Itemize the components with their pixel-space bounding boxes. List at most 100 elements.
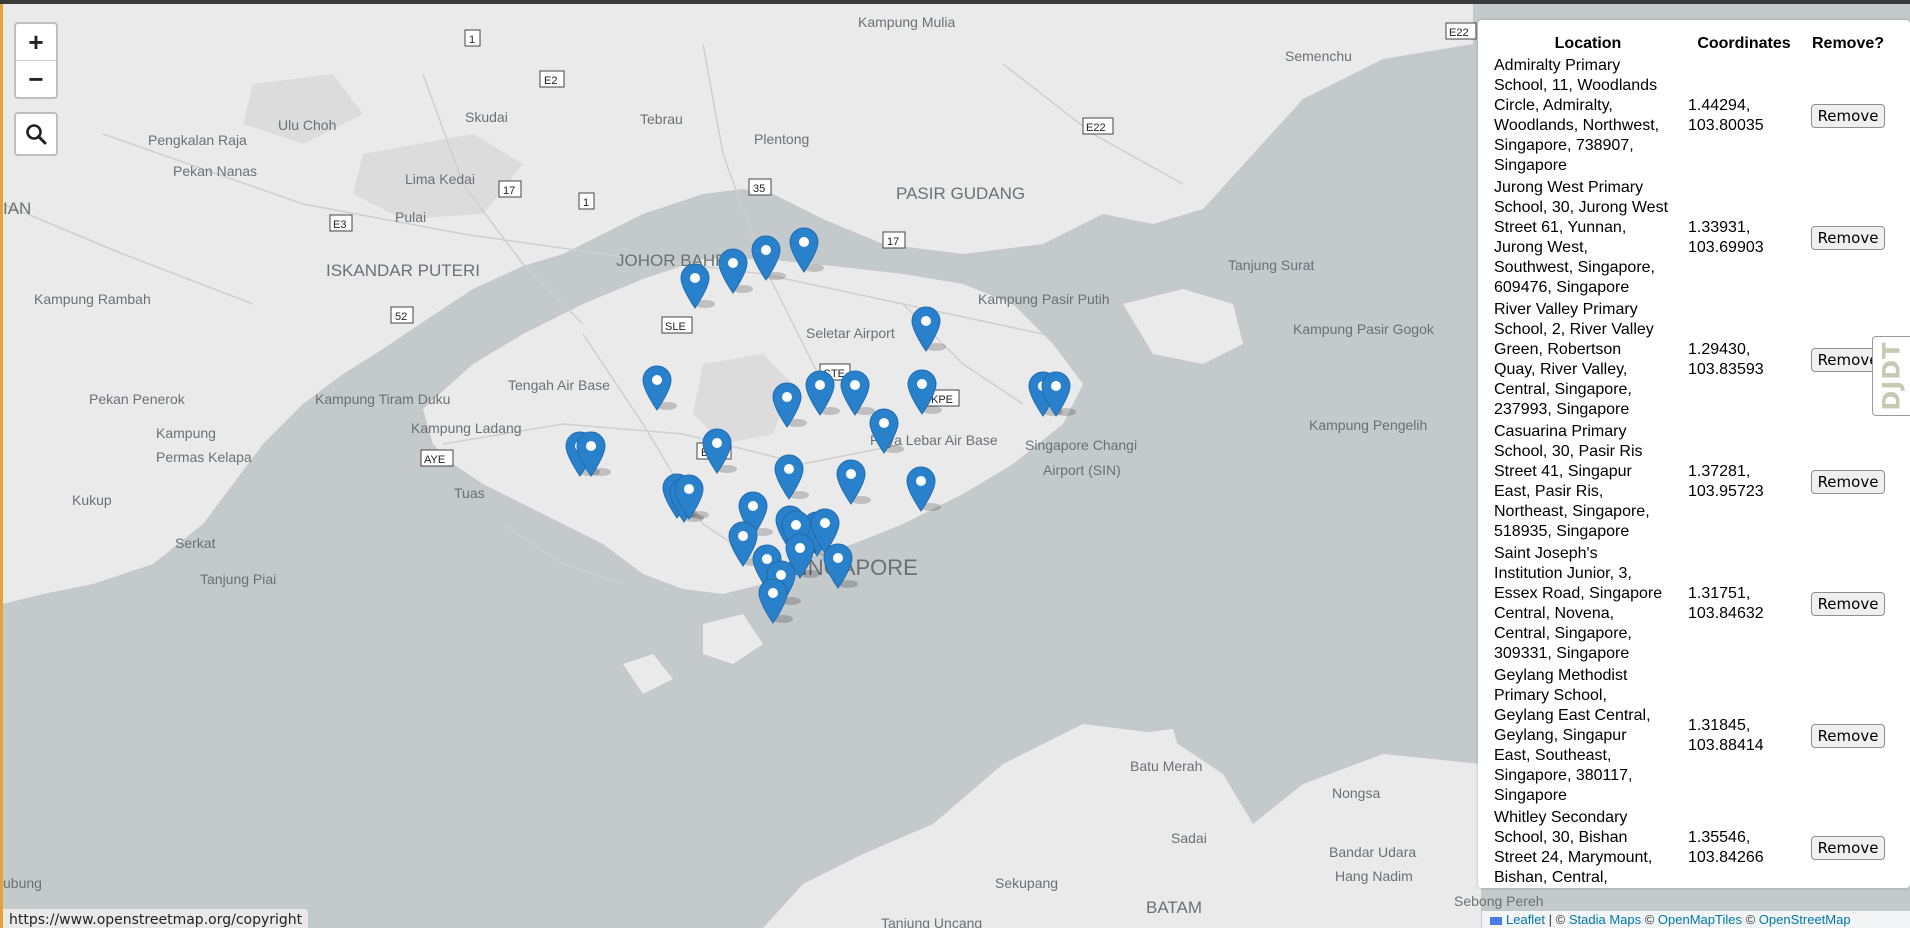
location-name: Admiralty Primary School, 11, Woodlands Ci…: [1492, 56, 1684, 176]
label-serkat: Serkat: [175, 535, 216, 551]
label-semenchu: Semenchu: [1285, 48, 1352, 64]
location-name-line: Admiralty Primary: [1494, 57, 1621, 74]
location-name-line: Southwest, Singapore,: [1494, 259, 1655, 276]
map-attribution: Leaflet | © Stadia Maps © OpenMapTiles ©…: [1482, 911, 1910, 928]
remove-button[interactable]: Remove: [1810, 470, 1886, 494]
location-name-line: Green, Robertson: [1494, 341, 1622, 358]
coordinate-line: 1.37281,: [1688, 463, 1751, 480]
label-hang-nadim: Hang Nadim: [1335, 868, 1413, 884]
label-kampung-mulia: Kampung Mulia: [858, 14, 955, 30]
leaflet-link[interactable]: Leaflet: [1506, 912, 1545, 927]
svg-text:E3: E3: [333, 219, 346, 231]
label-batam: BATAM: [1146, 898, 1202, 917]
search-button[interactable]: [14, 112, 58, 156]
label-lima-kedai: Lima Kedai: [405, 171, 475, 187]
location-name: Casuarina Primary School, 30, Pasir Ris St…: [1492, 422, 1684, 542]
label-sadai: Sadai: [1171, 830, 1207, 846]
svg-text:E22: E22: [1086, 122, 1106, 134]
shield-aye: AYE: [420, 449, 454, 467]
label-kampung-tiram-duku: Kampung Tiram Duku: [315, 391, 450, 407]
label-skudai: Skudai: [465, 109, 508, 125]
location-name: Geylang Methodist Primary School, Geylang …: [1492, 666, 1684, 806]
coordinate-line: 1.29430,: [1688, 341, 1751, 358]
location-coordinates: 1.31845, 103.88414: [1686, 666, 1802, 806]
debug-toolbar-handle[interactable]: DJDT: [1872, 336, 1910, 416]
location-coordinates: 1.37281, 103.95723: [1686, 422, 1802, 542]
location-name-line: School, 2, River Valley: [1494, 321, 1654, 338]
remove-button[interactable]: Remove: [1810, 104, 1886, 128]
label-ian: IAN: [3, 199, 31, 218]
label-kukup: Kukup: [72, 492, 112, 508]
location-name-line: Singapore: [1494, 787, 1567, 804]
location-coordinates: 1.44294, 103.80035: [1686, 56, 1802, 176]
zoom-in-button[interactable]: +: [16, 24, 56, 60]
coordinate-line: 1.35546,: [1688, 829, 1751, 846]
location-coordinates: 1.33931, 103.69903: [1686, 178, 1802, 298]
remove-button[interactable]: Remove: [1810, 226, 1886, 250]
location-name-line: 609476, Singapore: [1494, 279, 1630, 296]
location-name-line: Singapore, 738907,: [1494, 137, 1634, 154]
label-bubung: ubung: [3, 875, 42, 891]
label-singapore-changi: Singapore Changi: [1025, 437, 1137, 453]
location-row: Geylang Methodist Primary School, Geylang …: [1492, 666, 1892, 806]
location-name-line: Street 61, Yunnan,: [1494, 219, 1627, 236]
coordinate-line: 103.80035: [1688, 117, 1764, 134]
debug-toolbar-label: DJDT: [1878, 341, 1906, 411]
locations-table-header: Location Coordinates Remove?: [1492, 34, 1892, 54]
label-kampung-pengelih: Kampung Pengelih: [1309, 417, 1427, 433]
stadia-maps-link[interactable]: Stadia Maps: [1569, 912, 1641, 927]
shield-sle: SLE: [661, 316, 693, 334]
coordinate-line: 103.84632: [1688, 605, 1764, 622]
location-name-line: Central, Singapore,: [1494, 625, 1632, 642]
openstreetmap-link[interactable]: OpenStreetMap: [1759, 912, 1851, 927]
location-name-line: Saint Joseph's: [1494, 545, 1598, 562]
shield-e2: E2: [539, 70, 565, 88]
location-row: Admiralty Primary School, 11, Woodlands Ci…: [1492, 56, 1892, 176]
location-name-line: Jurong West Primary: [1494, 179, 1644, 196]
svg-text:KPE: KPE: [931, 394, 953, 406]
location-name-line: East, Pasir Ris,: [1494, 483, 1604, 500]
label-pasir-gudang: PASIR GUDANG: [896, 184, 1025, 203]
location-name: Jurong West Primary School, 30, Jurong We…: [1492, 178, 1684, 298]
location-coordinates: 1.35546, 103.84266: [1686, 808, 1802, 888]
header-coordinates: Coordinates: [1697, 35, 1791, 52]
svg-text:1: 1: [583, 197, 589, 209]
shield-e22b: E22: [1082, 117, 1114, 135]
label-kampung-pasir-gogok: Kampung Pasir Gogok: [1293, 321, 1435, 337]
location-name-line: Woodlands, Northwest,: [1494, 117, 1660, 134]
location-name-line: East, Southeast,: [1494, 747, 1612, 764]
location-name-line: Whitley Secondary: [1494, 809, 1628, 826]
remove-button[interactable]: Remove: [1810, 724, 1886, 748]
location-name-line: Street 41, Singapur: [1494, 463, 1632, 480]
location-row: Jurong West Primary School, 30, Jurong We…: [1492, 178, 1892, 298]
location-name-line: Singapore, 380117,: [1494, 767, 1633, 784]
coordinate-line: 1.31751,: [1688, 585, 1751, 602]
label-kampung-ladang: Kampung Ladang: [411, 420, 522, 436]
location-row: River Valley Primary School, 2, River Val…: [1492, 300, 1892, 420]
remove-button[interactable]: Remove: [1810, 592, 1886, 616]
locations-table: Location Coordinates Remove? Admiralty P…: [1490, 32, 1894, 888]
coordinate-line: 103.69903: [1688, 239, 1764, 256]
remove-cell: Remove: [1804, 808, 1892, 888]
label-kampung: Kampung: [156, 425, 216, 441]
attribution-sep-2: ©: [1641, 912, 1658, 927]
zoom-out-button[interactable]: −: [16, 60, 56, 97]
shield-r17b: 17: [882, 231, 906, 249]
svg-text:1: 1: [469, 34, 475, 46]
label-changi-airport-sin: Airport (SIN): [1043, 462, 1121, 478]
label-pekan-penerok: Pekan Penerok: [89, 391, 186, 407]
label-sekupang: Sekupang: [995, 875, 1058, 891]
shield-e22a: E22: [1445, 22, 1477, 40]
remove-button[interactable]: Remove: [1810, 836, 1886, 860]
location-name: River Valley Primary School, 2, River Val…: [1492, 300, 1684, 420]
location-name-line: Circle, Admiralty,: [1494, 97, 1613, 114]
label-bandar-udara: Bandar Udara: [1329, 844, 1416, 860]
remove-cell: Remove: [1804, 56, 1892, 176]
location-name-line: Northeast, Singapore,: [1494, 503, 1650, 520]
locations-panel[interactable]: Location Coordinates Remove? Admiralty P…: [1478, 20, 1910, 888]
openmaptiles-link[interactable]: OpenMapTiles: [1658, 912, 1742, 927]
coordinate-line: 103.95723: [1688, 483, 1764, 500]
location-name-line: Institution Junior, 3,: [1494, 565, 1632, 582]
location-coordinates: 1.29430, 103.83593: [1686, 300, 1802, 420]
label-tanjung-piai: Tanjung Piai: [200, 571, 276, 587]
